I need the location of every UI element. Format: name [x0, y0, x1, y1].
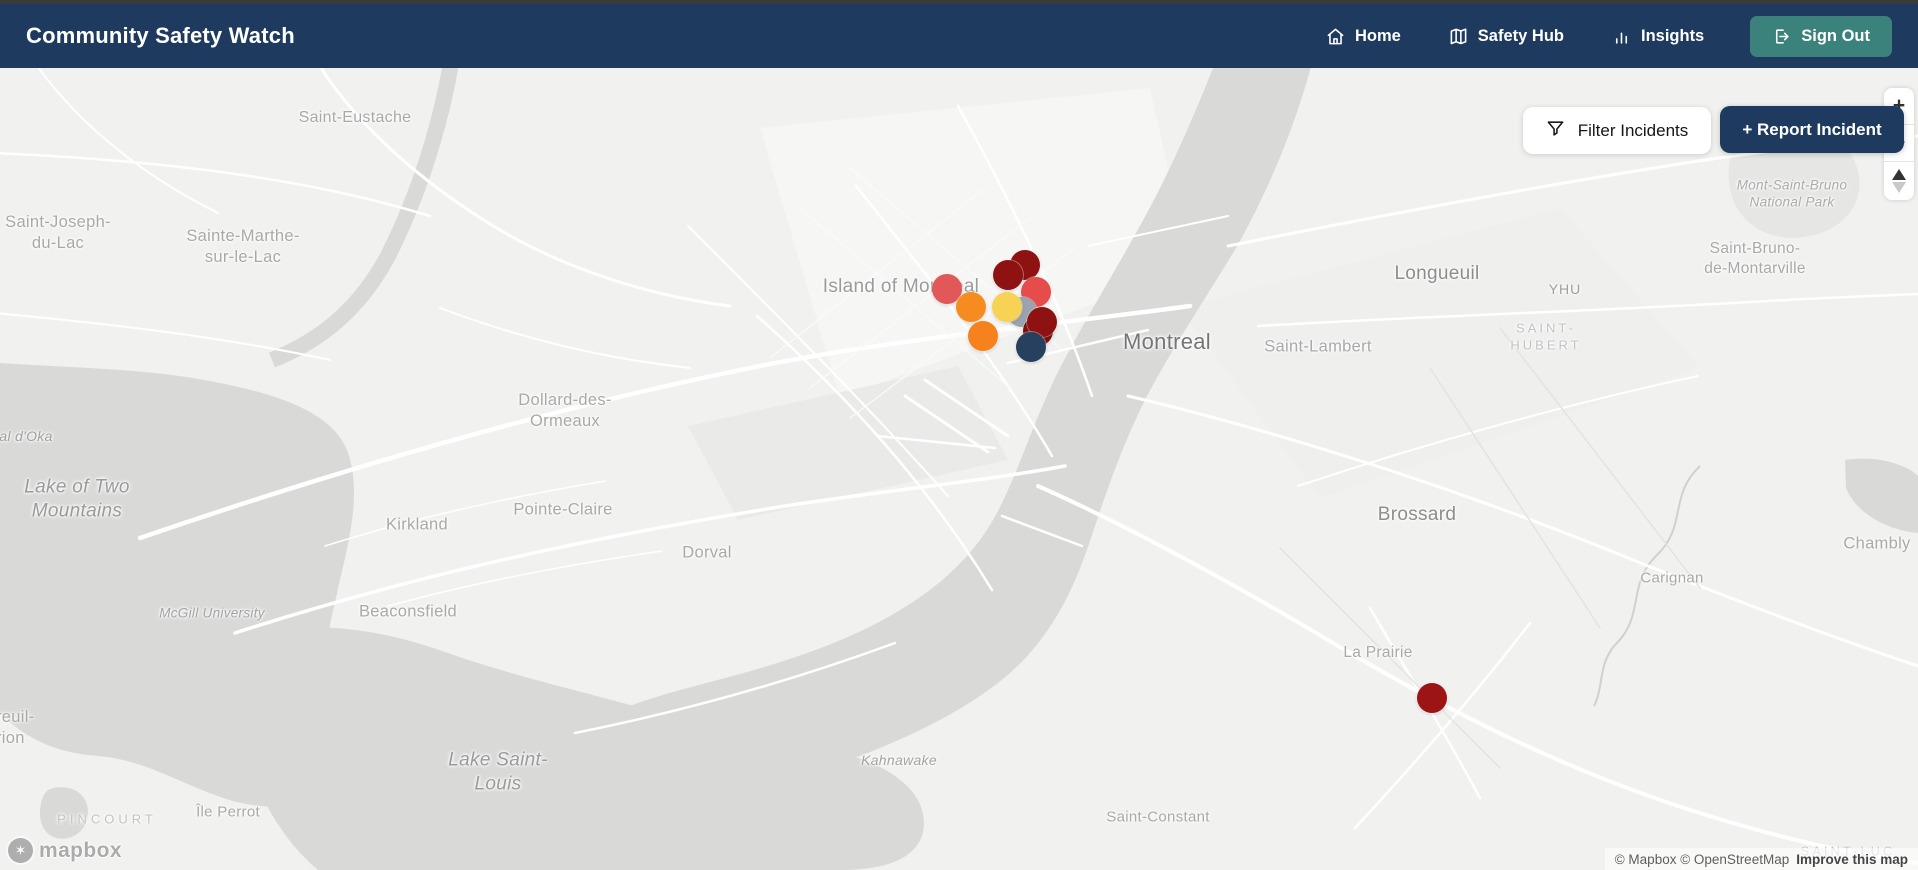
nav-item-insights[interactable]: Insights: [1612, 27, 1704, 46]
filter-incidents-button[interactable]: Filter Incidents: [1523, 107, 1711, 154]
mapbox-wordmark: mapbox: [39, 838, 122, 862]
compass-south-icon: [1892, 182, 1906, 193]
incident-marker[interactable]: [992, 292, 1022, 322]
incident-marker[interactable]: [956, 292, 986, 322]
nav-item-label: Home: [1354, 26, 1401, 45]
report-incident-label: + Report Incident: [1742, 119, 1882, 139]
app-header: Community Safety Watch Home Safety Hub Ins…: [0, 4, 1918, 68]
incident-marker[interactable]: [1016, 332, 1046, 362]
report-incident-button[interactable]: + Report Incident: [1720, 106, 1904, 153]
sign-out-button[interactable]: Sign Out: [1750, 15, 1892, 57]
compass-north-icon: [1892, 169, 1906, 180]
incident-marker[interactable]: [1417, 683, 1447, 713]
incident-marker[interactable]: [968, 321, 998, 351]
nav-item-home[interactable]: Home: [1326, 27, 1401, 46]
app-title: Community Safety Watch: [26, 23, 295, 48]
main-nav: Home Safety Hub Insights: [1326, 27, 1704, 46]
mapbox-logo[interactable]: ✶ mapbox: [8, 838, 122, 863]
attribution-text[interactable]: © Mapbox © OpenStreetMap: [1615, 852, 1789, 867]
filter-incidents-label: Filter Incidents: [1577, 120, 1689, 140]
home-icon: [1326, 27, 1345, 46]
basemap-tiles: [0, 68, 1918, 870]
nav-item-label: Safety Hub: [1477, 26, 1564, 45]
log-out-icon: [1772, 27, 1791, 46]
map-canvas[interactable]: Saint-Eustache Saint-Joseph- du-Lac Sainte…: [0, 68, 1918, 870]
nav-item-label: Insights: [1640, 26, 1705, 45]
insights-icon: [1612, 27, 1631, 46]
compass-button[interactable]: [1884, 162, 1914, 200]
map-attribution: © Mapbox © OpenStreetMap Improve this ma…: [1604, 848, 1918, 870]
nav-item-safety-hub[interactable]: Safety Hub: [1449, 27, 1564, 46]
sign-out-label: Sign Out: [1801, 26, 1870, 45]
window-top-strip: [0, 0, 1918, 4]
map-icon: [1449, 27, 1468, 46]
improve-map-link[interactable]: Improve this map: [1796, 852, 1908, 867]
funnel-icon: [1546, 119, 1565, 143]
incident-marker[interactable]: [993, 260, 1023, 290]
mapbox-logo-icon: ✶: [8, 838, 33, 863]
